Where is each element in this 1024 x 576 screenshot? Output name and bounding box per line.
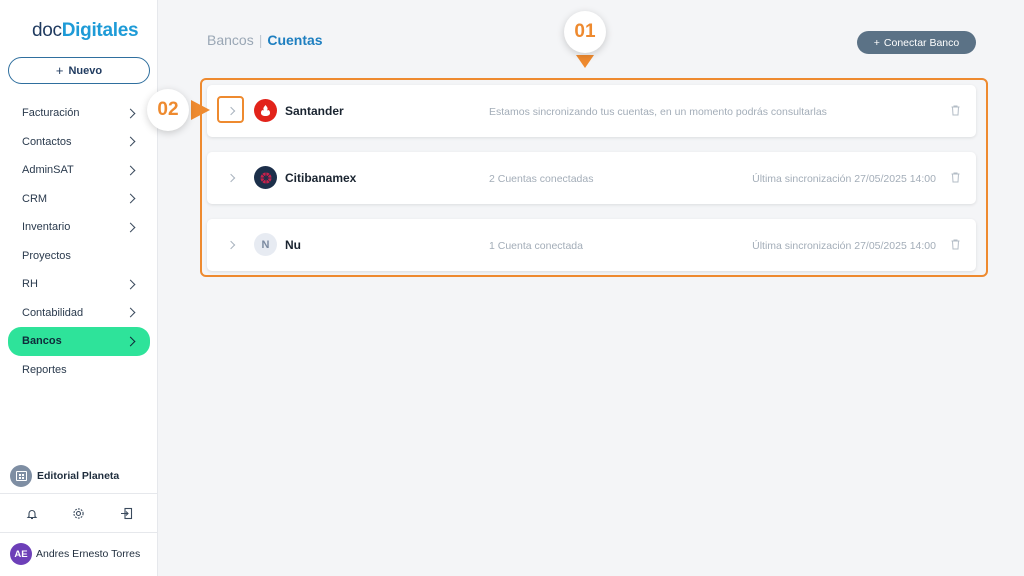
avatar: AE xyxy=(10,543,32,565)
sidebar-item-label: Inventario xyxy=(22,221,71,234)
breadcrumb: Bancos | Cuentas xyxy=(207,32,323,48)
user-profile[interactable]: AE Andres Ernesto Torres xyxy=(0,534,158,574)
sidebar-item-label: CRM xyxy=(22,192,48,205)
app-logo[interactable]: docDigitales xyxy=(32,20,139,42)
sidebar-item-label: Proyectos xyxy=(22,249,71,262)
highlight-expand-button xyxy=(217,96,244,123)
annotation-badge-01: 01 xyxy=(564,11,606,53)
sidebar-item-contactos[interactable]: Contactos xyxy=(8,128,150,157)
breadcrumb-parent[interactable]: Bancos xyxy=(207,32,254,48)
sidebar-item-inventario[interactable]: Inventario xyxy=(8,213,150,242)
user-name: Andres Ernesto Torres xyxy=(36,548,141,560)
sidebar-item-label: Facturación xyxy=(22,107,80,120)
chevron-right-icon xyxy=(125,108,136,119)
sidebar-icons-row xyxy=(0,495,158,533)
chevron-right-icon xyxy=(125,193,136,204)
sidebar-item-rh[interactable]: RH xyxy=(8,270,150,299)
sidebar-item-contabilidad[interactable]: Contabilidad xyxy=(8,299,150,328)
plus-icon: + xyxy=(873,36,880,49)
sidebar-item-facturacion[interactable]: Facturación xyxy=(8,99,150,128)
chevron-right-icon xyxy=(125,307,136,318)
sidebar-item-label: Contactos xyxy=(22,135,72,148)
breadcrumb-current: Cuentas xyxy=(267,32,323,48)
annotation-arrow-down xyxy=(576,55,594,68)
sidebar-item-label: AdminSAT xyxy=(22,164,74,177)
chevron-right-icon xyxy=(125,279,136,290)
gear-icon[interactable] xyxy=(70,505,88,523)
connect-bank-button[interactable]: + Conectar Banco xyxy=(857,31,976,54)
company-selector[interactable]: Editorial Planeta xyxy=(0,458,158,494)
sidebar-item-crm[interactable]: CRM xyxy=(8,185,150,214)
new-button[interactable]: + Nuevo xyxy=(8,57,150,84)
logo-digitales-text: Digitales xyxy=(61,20,139,41)
chevron-right-icon xyxy=(125,336,136,347)
annotation-arrow-right xyxy=(191,100,210,120)
logo-doc-text: doc xyxy=(32,20,62,41)
breadcrumb-separator: | xyxy=(258,32,263,48)
new-button-label: Nuevo xyxy=(68,64,103,77)
company-name: Editorial Planeta xyxy=(37,469,120,482)
sidebar-item-label: Contabilidad xyxy=(22,306,84,319)
sidebar-item-reportes[interactable]: Reportes xyxy=(8,356,150,385)
sidebar-item-bancos[interactable]: Bancos xyxy=(8,327,150,356)
sidebar-item-label: Reportes xyxy=(22,363,67,376)
sidebar-item-label: Bancos xyxy=(22,335,62,348)
sidebar: docDigitales + Nuevo Facturación Contact… xyxy=(0,0,158,576)
chevron-right-icon xyxy=(125,136,136,147)
annotation-badge-02: 02 xyxy=(147,89,189,131)
plus-icon: + xyxy=(55,63,64,78)
connect-bank-label: Conectar Banco xyxy=(883,36,960,49)
chevron-right-icon xyxy=(125,222,136,233)
sidebar-item-adminsat[interactable]: AdminSAT xyxy=(8,156,150,185)
sidebar-item-label: RH xyxy=(22,278,38,291)
chevron-right-icon xyxy=(125,165,136,176)
highlight-bank-list xyxy=(200,78,988,277)
logout-icon[interactable] xyxy=(117,505,135,523)
bell-icon[interactable] xyxy=(23,505,41,523)
sidebar-nav: Facturación Contactos AdminSAT CRM Inven… xyxy=(8,99,150,384)
sidebar-item-proyectos[interactable]: Proyectos xyxy=(8,242,150,271)
building-icon xyxy=(10,464,32,487)
